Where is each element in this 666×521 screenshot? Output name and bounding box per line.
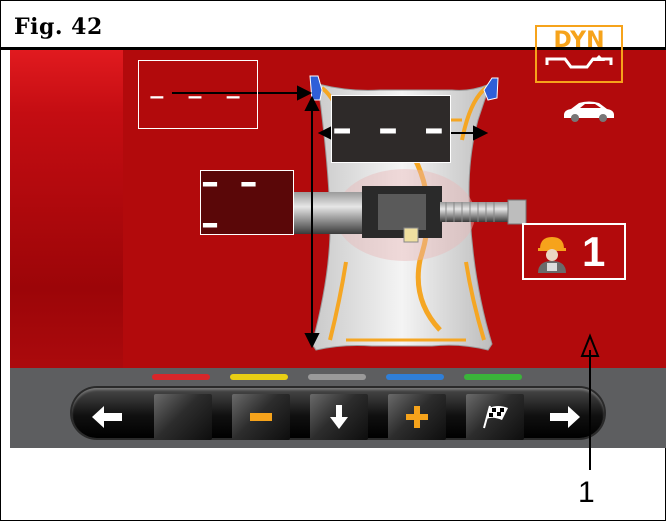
callout-number: 1 [578, 476, 595, 509]
width-value-box: – – – [331, 95, 451, 163]
car-icon [564, 101, 614, 122]
upper-value-box: – – – [138, 60, 258, 129]
arrow-down-icon [330, 405, 348, 429]
blue-key-indicator [386, 374, 444, 380]
lower-value-text: – – – [201, 161, 262, 244]
program-mode-box[interactable]: DYN [535, 25, 623, 83]
minus-key[interactable] [232, 394, 290, 440]
lower-value-box: – – – [200, 162, 294, 244]
scroll-right-button[interactable] [540, 394, 590, 440]
green-key-indicator [464, 374, 522, 380]
down-key[interactable] [310, 394, 368, 440]
arrow-right-icon [550, 406, 580, 428]
scroll-left-button[interactable] [82, 394, 132, 440]
finish-key[interactable] [466, 394, 524, 440]
plus-key[interactable] [388, 394, 446, 440]
key-bar [10, 368, 666, 448]
arrow-left-icon [92, 406, 122, 428]
minus-icon [250, 413, 272, 421]
gray-key-indicator [308, 374, 366, 380]
checkered-flag-icon [483, 405, 508, 429]
red-key-indicator [152, 374, 210, 380]
blank-key[interactable] [154, 394, 212, 440]
yellow-key-indicator [230, 374, 288, 380]
upper-value-text: – – – [148, 75, 248, 114]
operator-box[interactable]: 1 [522, 223, 626, 280]
operator-helmet-icon [538, 237, 566, 273]
plus-icon [406, 406, 428, 428]
width-value-text: – – – [332, 106, 450, 152]
operator-number: 1 [582, 228, 606, 275]
rim-profile-icon [545, 55, 613, 69]
